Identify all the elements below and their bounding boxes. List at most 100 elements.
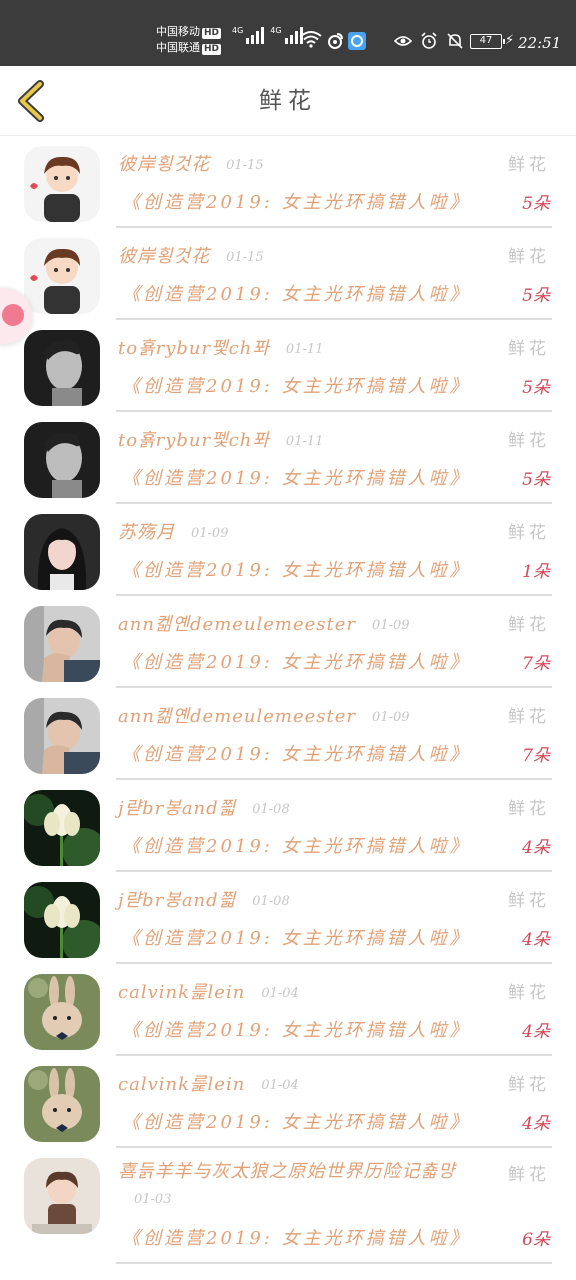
avatar-image [24,698,100,774]
hd-badge-2: HD [202,44,222,55]
username[interactable]: 喜듥羊羊与灰太狼之原始世界历险记춃먕 01-03 [118,1158,498,1214]
username-text[interactable]: to횱rybur펯ch퐈 [118,338,270,359]
avatar[interactable] [24,1158,100,1234]
avatar[interactable] [24,1066,100,1142]
list-item[interactable]: calvink릁lein 01-04 鲜花 《创造营2019: 女主光环搞错人啦》… [0,1056,576,1148]
username[interactable]: j랻br봉and쯻 01-08 [118,794,290,820]
signal-icon-2: 4G [270,26,303,44]
avatar-image [24,1158,100,1234]
page-title: 鲜花 [259,88,317,114]
flower-count: 5朵 [522,378,550,398]
gift-date: 01-15 [226,249,264,265]
gift-date: 01-11 [285,433,324,449]
avatar[interactable] [24,790,100,866]
work-title[interactable]: 《创造营2019: 女主光环搞错人啦》 [122,464,471,490]
list-item[interactable]: j랻br봉and쯻 01-08 鲜花 《创造营2019: 女主光环搞错人啦》 4朵 [0,872,576,964]
work-title[interactable]: 《创造营2019: 女主光环搞错人啦》 [122,1108,471,1134]
avatar[interactable] [24,606,100,682]
work-title[interactable]: 《创造营2019: 女主光环搞错人啦》 [122,372,471,398]
username[interactable]: ann켊옌demeulemeester 01-09 [118,702,410,728]
username-text[interactable]: j랻br봉and쯻 [118,890,236,911]
username-text[interactable]: ann켊옌demeulemeester [118,706,356,727]
gift-type-label: 鲜花 [508,339,550,359]
work-title[interactable]: 《创造营2019: 女主光环搞错人啦》 [122,188,471,214]
flower-count: 4朵 [522,1022,550,1042]
system-icons [394,32,464,50]
list-item-content: 喜듥羊羊与灰太狼之原始世界历险记춃먕 01-03 鲜花 《创造营2019: 女主光… [116,1148,552,1264]
list-item[interactable]: ann켊옌demeulemeester 01-09 鲜花 《创造营2019: 女主… [0,688,576,780]
work-title[interactable]: 《创造营2019: 女主光环搞错人啦》 [122,648,471,674]
avatar[interactable] [24,514,100,590]
username[interactable]: calvink릁lein 01-04 [118,1070,299,1096]
flower-gift-list[interactable]: 彼岸횡것花 01-15 鲜花 《创造营2019: 女主光环搞错人啦》 5朵 彼岸횡… [0,136,576,1280]
gift-date: 01-09 [372,617,410,633]
username-text[interactable]: j랻br봉and쯻 [118,798,236,819]
avatar[interactable] [24,330,100,406]
avatar[interactable] [24,422,100,498]
list-item-content: 彼岸횡것花 01-15 鲜花 《创造营2019: 女主光环搞错人啦》 5朵 [116,136,552,228]
list-item[interactable]: 彼岸횡것花 01-15 鲜花 《创造营2019: 女主光环搞错人啦》 5朵 [0,228,576,320]
list-item[interactable]: j랻br봉and쯻 01-08 鲜花 《创造营2019: 女主光环搞错人啦》 4朵 [0,780,576,872]
avatar[interactable] [24,146,100,222]
username-text[interactable]: calvink릁lein [118,1074,245,1095]
username[interactable]: to횱rybur펯ch퐈 01-11 [118,334,323,360]
avatar[interactable] [24,882,100,958]
username-text[interactable]: 喜듥羊羊与灰太狼之原始世界历险记춃먕 [118,1161,456,1182]
avatar-image [24,1066,100,1142]
username[interactable]: calvink릁lein 01-04 [118,978,299,1004]
list-item-content: j랻br봉and쯻 01-08 鲜花 《创造营2019: 女主光环搞错人啦》 4朵 [116,872,552,964]
username[interactable]: to횱rybur펯ch퐈 01-11 [118,426,323,452]
avatar-image [24,974,100,1050]
list-item[interactable]: to횱rybur펯ch퐈 01-11 鲜花 《创造营2019: 女主光环搞错人啦》… [0,320,576,412]
username-text[interactable]: 彼岸횡것花 [118,246,210,267]
list-item-content: j랻br봉and쯻 01-08 鲜花 《创造营2019: 女主光环搞错人啦》 4朵 [116,780,552,872]
gift-type-label: 鲜花 [508,155,550,175]
flower-count: 5朵 [522,286,550,306]
list-item-content: to횱rybur펯ch퐈 01-11 鲜花 《创造营2019: 女主光环搞错人啦》… [116,320,552,412]
username[interactable]: ann켊옌demeulemeester 01-09 [118,610,410,636]
username-text[interactable]: 苏殇月 [118,522,175,543]
hd-badge-1: HD [202,28,222,39]
gift-type-label: 鲜花 [508,615,550,635]
avatar[interactable] [24,698,100,774]
list-item-content: 苏殇月 01-09 鲜花 《创造营2019: 女主光环搞错人啦》 1朵 [116,504,552,596]
list-item-content: ann켊옌demeulemeester 01-09 鲜花 《创造营2019: 女主… [116,596,552,688]
gift-date: 01-04 [261,1077,299,1093]
work-title[interactable]: 《创造营2019: 女主光环搞错人啦》 [122,832,471,858]
list-item[interactable]: 喜듥羊羊与灰太狼之原始世界历险记춃먕 01-03 鲜花 《创造营2019: 女主光… [0,1148,576,1264]
username[interactable]: 彼岸횡것花 01-15 [118,150,264,176]
gift-date: 01-09 [191,525,229,541]
avatar-image [24,146,100,222]
list-item[interactable]: 彼岸횡것花 01-15 鲜花 《创造营2019: 女主光环搞错人啦》 5朵 [0,136,576,228]
gift-type-label: 鲜花 [508,707,550,727]
work-title[interactable]: 《创造营2019: 女主光环搞错人啦》 [122,924,471,950]
username[interactable]: j랻br봉and쯻 01-08 [118,886,290,912]
username-text[interactable]: to횱rybur펯ch퐈 [118,430,270,451]
username[interactable]: 苏殇月 01-09 [118,518,228,544]
list-item[interactable]: 苏殇月 01-09 鲜花 《创造营2019: 女主光环搞错人啦》 1朵 [0,504,576,596]
username-text[interactable]: calvink릁lein [118,982,245,1003]
avatar[interactable] [24,974,100,1050]
list-item-content: to횱rybur펯ch퐈 01-11 鲜花 《创造营2019: 女主光环搞错人啦》… [116,412,552,504]
flower-count: 4朵 [522,930,550,950]
work-title[interactable]: 《创造营2019: 女主光环搞错人啦》 [122,1016,471,1042]
avatar[interactable] [24,238,100,314]
work-title[interactable]: 《创造营2019: 女主光环搞错人啦》 [122,1224,471,1250]
work-title[interactable]: 《创造营2019: 女主光环搞错人啦》 [122,556,471,582]
work-title[interactable]: 《创造营2019: 女主光环搞错人啦》 [122,280,471,306]
signal-icon-1: 4G [232,26,265,44]
weibo-notification-icon [328,33,343,49]
mute-bell-icon [447,33,463,49]
work-title[interactable]: 《创造营2019: 女主光环搞错人啦》 [122,740,471,766]
eye-icon [394,36,412,46]
username-text[interactable]: ann켊옌demeulemeester [118,614,356,635]
list-item-content: ann켊옌demeulemeester 01-09 鲜花 《创造营2019: 女主… [116,688,552,780]
app-notification-icon [348,32,366,50]
list-item[interactable]: to횱rybur펯ch퐈 01-11 鲜花 《创造营2019: 女主光环搞错人啦》… [0,412,576,504]
avatar-image [24,330,100,406]
username[interactable]: 彼岸횡것花 01-15 [118,242,264,268]
wifi-icon [300,31,322,48]
username-text[interactable]: 彼岸횡것花 [118,154,210,175]
list-item[interactable]: ann켊옌demeulemeester 01-09 鲜花 《创造营2019: 女主… [0,596,576,688]
list-item[interactable]: calvink릁lein 01-04 鲜花 《创造营2019: 女主光环搞错人啦》… [0,964,576,1056]
